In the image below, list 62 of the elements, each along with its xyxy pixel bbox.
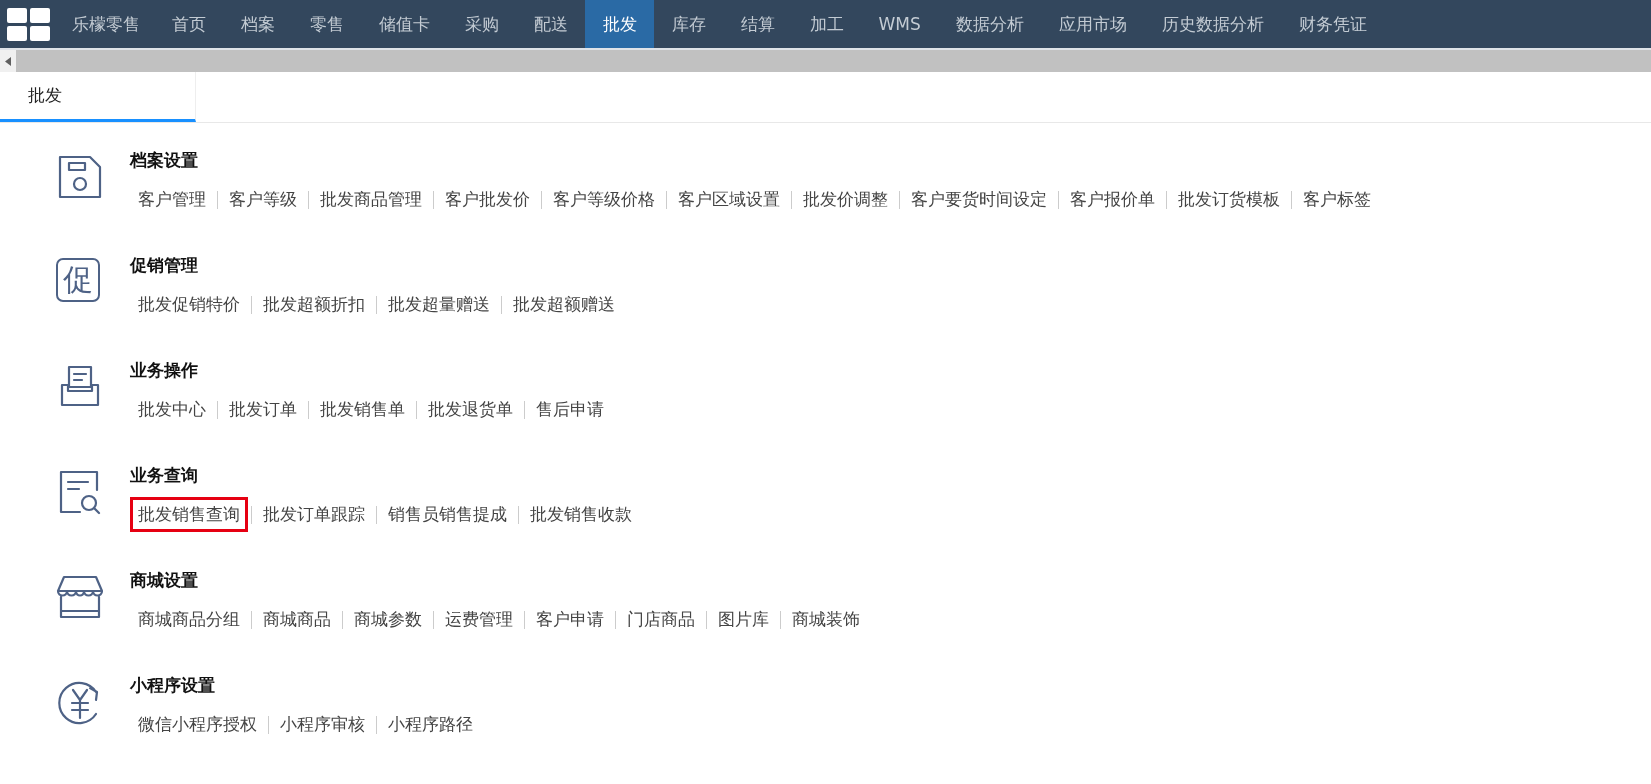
nav-tab[interactable]: 储值卡 (361, 0, 447, 48)
nav-tab[interactable]: 批发 (585, 0, 654, 48)
menu-link[interactable]: 商城商品 (255, 602, 339, 637)
section-title: 业务操作 (130, 359, 199, 382)
nav-tab[interactable]: 历史数据分析 (1144, 0, 1282, 48)
nav-tab[interactable]: 档案 (223, 0, 292, 48)
nav-tab[interactable]: 首页 (154, 0, 223, 48)
menu-link[interactable]: 批发订货模板 (1170, 182, 1288, 217)
nav-tab[interactable]: 加工 (792, 0, 861, 48)
menu-link[interactable]: 批发销售查询 (130, 497, 248, 532)
menu-link[interactable]: 客户报价单 (1062, 182, 1163, 217)
menu-link[interactable]: 批发促销特价 (130, 287, 248, 322)
menu-link[interactable]: 客户要货时间设定 (903, 182, 1055, 217)
menu-link[interactable]: 批发销售单 (312, 392, 413, 427)
section-title: 促销管理 (130, 254, 199, 277)
menu-link[interactable]: 批发中心 (130, 392, 214, 427)
nav-tab[interactable]: 采购 (447, 0, 516, 48)
grid-logo-icon (5, 6, 53, 42)
menu-link[interactable]: 批发销售收款 (522, 497, 640, 532)
menu-link[interactable]: 批发商品管理 (312, 182, 430, 217)
promotion-icon: 促 (56, 258, 100, 302)
menu-link[interactable]: 客户区域设置 (670, 182, 788, 217)
storefront-icon (56, 573, 104, 621)
menu-link[interactable]: 批发订单 (221, 392, 305, 427)
page-tab[interactable]: 批发 (0, 72, 196, 122)
section-title: 业务查询 (130, 464, 199, 487)
nav-tab[interactable]: 财务凭证 (1281, 0, 1385, 48)
nav-tab[interactable]: 结算 (723, 0, 792, 48)
menu-link[interactable]: 门店商品 (619, 602, 703, 637)
menu-link[interactable]: 图片库 (710, 602, 777, 637)
menu-link[interactable]: 批发超额折扣 (255, 287, 373, 322)
menu-link[interactable]: 批发退货单 (420, 392, 521, 427)
menu-link[interactable]: 商城商品分组 (130, 602, 248, 637)
menu-link[interactable]: 小程序路径 (380, 707, 481, 742)
section-title: 商城设置 (130, 569, 199, 592)
menu-link[interactable]: 销售员销售提成 (380, 497, 515, 532)
menu-link[interactable]: 批发价调整 (795, 182, 896, 217)
nav-tab[interactable]: 应用市场 (1041, 0, 1145, 48)
scroll-left-icon[interactable] (5, 56, 11, 66)
menu-link[interactable]: 客户申请 (528, 602, 612, 637)
nav-tab[interactable]: 数据分析 (938, 0, 1042, 48)
menu-link[interactable]: 售后申请 (528, 392, 612, 427)
nav-tab[interactable]: 乐檬零售 (58, 0, 154, 48)
menu-link[interactable]: 批发超额赠送 (505, 287, 623, 322)
menu-link[interactable]: 微信小程序授权 (130, 707, 265, 742)
section-title: 档案设置 (130, 149, 199, 172)
menu-link[interactable]: 运费管理 (437, 602, 521, 637)
menu-link[interactable]: 客户等级 (221, 182, 305, 217)
menu-link[interactable]: 客户管理 (130, 182, 214, 217)
nav-tab[interactable]: WMS (861, 0, 939, 48)
menu-link[interactable]: 小程序审核 (272, 707, 373, 742)
nav-tab[interactable]: 零售 (292, 0, 361, 48)
nav-tab[interactable]: 库存 (654, 0, 723, 48)
menu-link[interactable]: 商城装饰 (784, 602, 868, 637)
menu-link[interactable]: 批发订单跟踪 (255, 497, 373, 532)
menu-link[interactable]: 商城参数 (346, 602, 430, 637)
menu-link[interactable]: 批发超量赠送 (380, 287, 498, 322)
menu-link[interactable]: 客户批发价 (437, 182, 538, 217)
nav-tab[interactable]: 配送 (516, 0, 585, 48)
menu-link[interactable]: 客户标签 (1295, 182, 1379, 217)
menu-link[interactable]: 客户等级价格 (545, 182, 663, 217)
section-title: 小程序设置 (130, 674, 216, 697)
